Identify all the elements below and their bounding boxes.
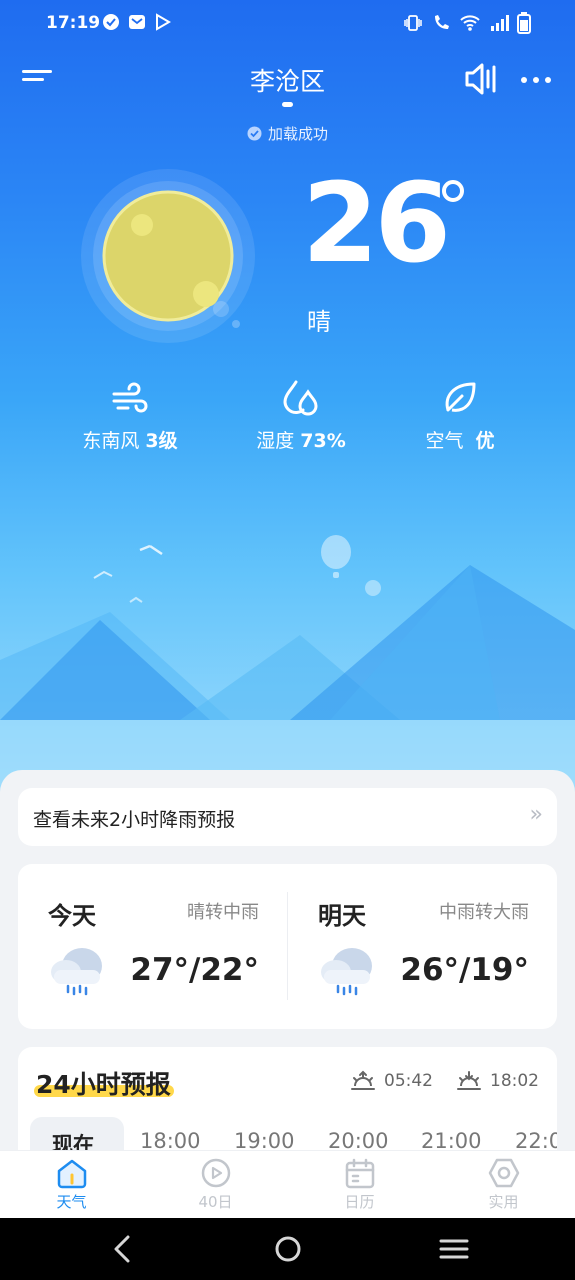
leaf-icon	[445, 382, 476, 412]
battery-icon	[517, 12, 531, 34]
humidity-text: 湿度 73%	[256, 430, 346, 452]
tab-40-day[interactable]: 40日	[144, 1151, 287, 1219]
air-quality-metric[interactable]: 空气 优	[380, 378, 540, 453]
rain-forecast-label: 查看未来2小时降雨预报	[33, 809, 236, 831]
sunrise-info: 05:42	[350, 1069, 433, 1093]
play-icon	[201, 1158, 230, 1188]
chevron-double-right-icon: »	[529, 802, 543, 827]
rain-cloud-icon	[321, 948, 372, 996]
check-badge-icon	[247, 126, 262, 141]
tab-label: 天气	[56, 1193, 87, 1211]
back-icon[interactable]	[104, 1232, 140, 1266]
home-nav-icon[interactable]	[270, 1232, 306, 1266]
vibrate-icon	[404, 15, 422, 31]
load-status-text: 加载成功	[267, 125, 328, 143]
play-store-icon	[156, 13, 171, 31]
day-temperature: 27°/22°	[130, 952, 259, 988]
page-indicator	[282, 102, 293, 107]
sunrise-time: 05:42	[384, 1071, 433, 1091]
mountain-scenery	[0, 535, 575, 800]
day-condition: 中雨转大雨	[439, 902, 529, 923]
air-quality-text: 空气 优	[425, 430, 495, 452]
status-time: 17:19	[46, 13, 101, 33]
day-temperature: 26°/19°	[400, 952, 529, 988]
recents-icon[interactable]	[436, 1232, 472, 1266]
wind-metric[interactable]: 东南风 3级	[50, 378, 210, 453]
wind-text: 东南风 3级	[82, 430, 178, 452]
degree-symbol	[442, 180, 464, 202]
sunset-info: 18:02	[456, 1069, 539, 1093]
daily-summary-card: 今天 晴转中雨 27°/22° 明天 中雨转大雨 26°/19°	[18, 864, 557, 1029]
bottom-tab-bar: 天气 40日 日历 实用	[0, 1150, 575, 1219]
status-bar: 17:19	[0, 0, 575, 48]
more-icon[interactable]	[519, 68, 553, 92]
humidity-metric[interactable]: 湿度 73%	[221, 378, 381, 453]
tab-label: 40日	[198, 1193, 233, 1211]
sunset-icon	[457, 1071, 481, 1090]
tomorrow-forecast[interactable]: 明天 中雨转大雨 26°/19°	[288, 864, 557, 1029]
tab-weather[interactable]: 天气	[0, 1151, 143, 1219]
check-circle-icon	[103, 14, 119, 30]
tab-tools[interactable]: 实用	[432, 1151, 575, 1219]
tab-calendar[interactable]: 日历	[288, 1151, 431, 1219]
tab-label: 日历	[344, 1193, 375, 1211]
humidity-icon	[283, 380, 318, 416]
call-wifi-icon	[435, 15, 449, 29]
day-condition: 晴转中雨	[187, 902, 259, 923]
sunrise-icon	[351, 1070, 375, 1090]
calendar-icon	[345, 1158, 374, 1189]
system-nav-bar	[0, 1218, 575, 1280]
home-icon	[57, 1159, 86, 1189]
current-temperature: 26	[302, 159, 451, 287]
hourly-title: 24小时预报	[36, 1070, 171, 1099]
weather-hero: 17:19 李沧区 加载成功 26 晴 东南风 3级 湿度 73% 空气 优	[0, 0, 575, 800]
tab-label: 实用	[488, 1193, 519, 1211]
speaker-icon[interactable]	[463, 62, 499, 96]
rain-cloud-icon	[51, 948, 102, 996]
sunset-time: 18:02	[490, 1071, 539, 1091]
tools-icon	[488, 1158, 519, 1188]
content-panel: 查看未来2小时降雨预报 » 今天 晴转中雨 27°/22° 明天 中雨转大雨 2…	[0, 770, 575, 1157]
load-status: 加载成功	[0, 123, 575, 144]
wifi-icon	[460, 15, 480, 31]
rain-forecast-banner[interactable]: 查看未来2小时降雨预报 »	[18, 788, 557, 846]
day-name: 今天	[48, 902, 96, 930]
today-forecast[interactable]: 今天 晴转中雨 27°/22°	[18, 864, 287, 1029]
wind-icon	[112, 382, 148, 413]
signal-icon	[491, 15, 509, 31]
current-condition: 晴	[307, 308, 331, 336]
day-name: 明天	[318, 902, 366, 930]
sun-icon	[81, 169, 255, 343]
hourly-forecast-card: 24小时预报 05:42 18:02 现在 18:00 19:00 20:00 …	[18, 1047, 557, 1157]
mail-icon	[129, 15, 145, 29]
